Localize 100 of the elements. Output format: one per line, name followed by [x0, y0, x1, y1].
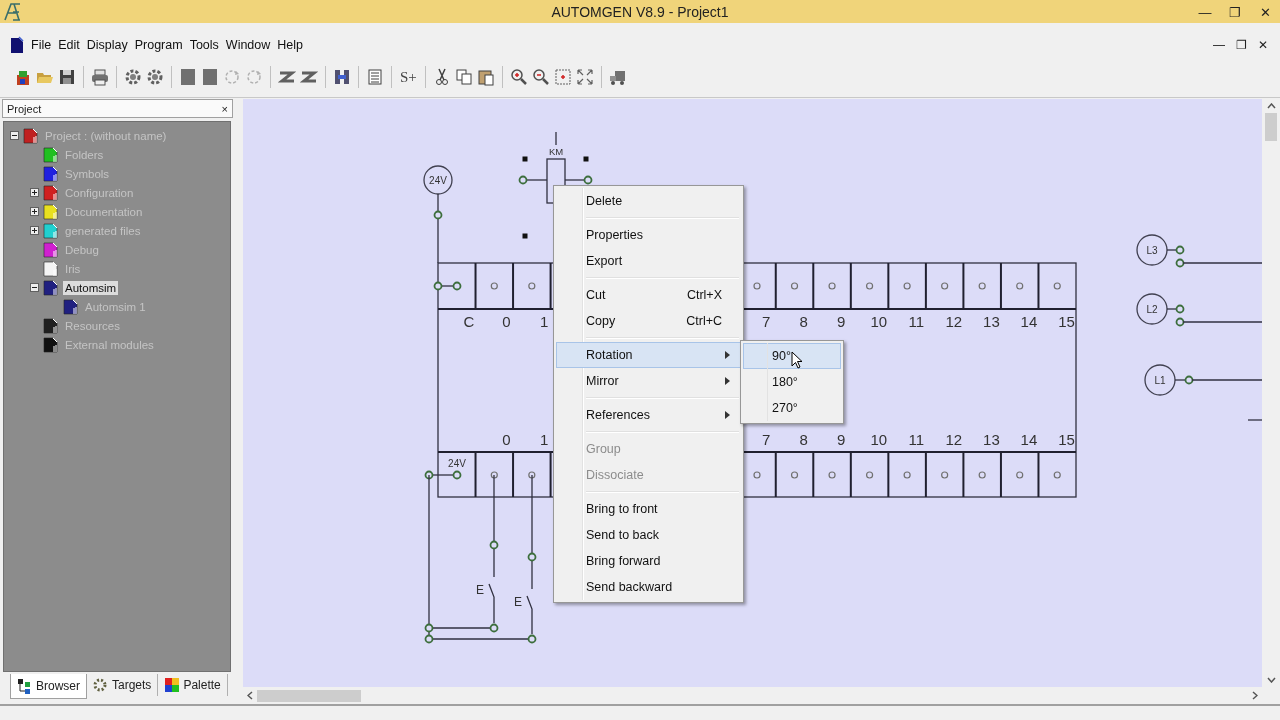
restore-button[interactable]: ❐	[1220, 3, 1250, 20]
zoom-in-icon[interactable]	[509, 68, 528, 86]
terminal-number: 13	[983, 431, 1000, 448]
connection-node[interactable]	[527, 634, 537, 644]
menu-item[interactable]: Export	[556, 248, 741, 274]
zoom-out-icon[interactable]	[531, 68, 550, 86]
collapse-icon[interactable]	[30, 283, 39, 292]
document-icon	[10, 36, 24, 54]
connection-node[interactable]	[424, 623, 434, 633]
menu-item[interactable]: Mirror	[556, 368, 741, 394]
add-symbol-button[interactable]: S+	[400, 68, 417, 86]
connection-node[interactable]	[424, 634, 434, 644]
menu-item[interactable]: 90°	[743, 343, 841, 369]
list-icon[interactable]	[366, 68, 384, 86]
menu-item[interactable]: Bring forward	[556, 548, 741, 574]
menu-item[interactable]: Bring to front	[556, 496, 741, 522]
connection-node[interactable]	[1175, 258, 1185, 268]
scroll-right-icon[interactable]	[1252, 691, 1258, 700]
square-icon[interactable]	[201, 68, 219, 86]
close-button[interactable]: ✕	[1250, 3, 1280, 20]
gear-icon[interactable]	[146, 68, 164, 86]
supply-label: 24V	[429, 175, 447, 186]
connection-node[interactable]	[1175, 304, 1185, 314]
switch-contact	[526, 595, 533, 635]
menu-item[interactable]: Cut Ctrl+X	[556, 282, 741, 308]
gear-icon[interactable]	[124, 68, 142, 86]
menu-item[interactable]: File	[28, 36, 56, 54]
terminal-number: 15	[1058, 431, 1075, 448]
terminal-point	[978, 471, 986, 479]
minimize-button[interactable]: —	[1190, 3, 1220, 20]
terminal-number: 1	[539, 431, 549, 448]
columns-icon[interactable]	[333, 68, 351, 86]
switch-label: E	[476, 583, 484, 597]
menu-item[interactable]: Window	[222, 36, 275, 54]
truck-icon[interactable]	[608, 68, 627, 86]
menu-item[interactable]: Copy Ctrl+C	[556, 308, 741, 334]
save-icon[interactable]	[58, 68, 76, 86]
connection-node[interactable]	[452, 470, 462, 480]
connection-node[interactable]	[1175, 317, 1185, 327]
terminal-point	[528, 471, 536, 479]
new-project-icon[interactable]	[14, 68, 32, 86]
connection-node[interactable]	[489, 623, 499, 633]
terminal-point	[941, 471, 949, 479]
square-icon[interactable]	[179, 68, 197, 86]
scroll-left-icon[interactable]	[247, 691, 253, 700]
connection-node[interactable]	[1184, 375, 1194, 385]
scroll-up-icon[interactable]	[1266, 103, 1276, 109]
selection-handle[interactable]	[522, 233, 528, 239]
terminal-number: 11	[908, 313, 925, 330]
connection-node[interactable]	[1175, 245, 1185, 255]
terminal-point	[753, 471, 761, 479]
zoom-area-icon[interactable]	[553, 68, 572, 86]
menu-item[interactable]: Tools	[186, 36, 223, 54]
print-icon[interactable]	[91, 68, 109, 86]
menu-item[interactable]: Edit	[55, 36, 84, 54]
menu-item[interactable]: Program	[131, 36, 187, 54]
menu-item[interactable]: Send backward	[556, 574, 741, 600]
expand-icon[interactable]	[30, 207, 39, 216]
terminal-label: 24V	[448, 458, 466, 469]
app-logo-icon	[3, 1, 21, 22]
panel-tab[interactable]: Browser	[10, 674, 87, 699]
menu-item[interactable]: Delete	[556, 188, 741, 214]
panel-tab[interactable]: Targets	[87, 674, 159, 696]
connection-node[interactable]	[433, 210, 443, 220]
menu-item[interactable]: Display	[83, 36, 132, 54]
copy-icon[interactable]	[454, 68, 473, 86]
menu-item[interactable]: References	[556, 402, 741, 428]
connection-node[interactable]	[424, 470, 434, 480]
wire	[1247, 419, 1262, 421]
selection-handle[interactable]	[583, 156, 589, 162]
connection-node[interactable]	[518, 175, 528, 185]
phase-symbol	[1136, 293, 1168, 325]
selection-handle[interactable]	[522, 156, 528, 162]
menu-item[interactable]: Properties	[556, 222, 741, 248]
connection-node[interactable]	[489, 540, 499, 550]
minimize-button[interactable]: —	[1208, 38, 1230, 52]
tree-item[interactable]: Automsim	[63, 280, 119, 295]
menu-item[interactable]: Help	[274, 36, 307, 54]
paste-icon[interactable]	[476, 68, 495, 86]
panel-tab[interactable]: Palette	[158, 674, 228, 696]
terminal-number: 8	[799, 313, 808, 330]
scrollbar-thumb[interactable]	[257, 689, 361, 702]
close-button[interactable]: ✕	[1252, 38, 1274, 52]
connection-node[interactable]	[452, 281, 462, 291]
scroll-down-icon[interactable]	[1266, 677, 1276, 683]
collapse-icon[interactable]	[10, 131, 19, 140]
connection-node[interactable]	[527, 552, 537, 562]
fit-icon[interactable]	[575, 68, 594, 86]
menu-item[interactable]: Send to back	[556, 522, 741, 548]
gear-icon	[93, 677, 109, 693]
menu-item[interactable]: 180°	[743, 369, 841, 395]
connection-node[interactable]	[583, 175, 593, 185]
connection-node[interactable]	[433, 281, 443, 291]
scrollbar-thumb[interactable]	[1265, 113, 1277, 141]
menu-item[interactable]: Rotation	[556, 342, 741, 368]
restore-button[interactable]: ❐	[1230, 38, 1252, 52]
expand-icon[interactable]	[30, 188, 39, 197]
menu-item[interactable]: 270°	[743, 395, 841, 421]
close-button[interactable]: ×	[221, 102, 228, 115]
expand-icon[interactable]	[30, 226, 39, 235]
